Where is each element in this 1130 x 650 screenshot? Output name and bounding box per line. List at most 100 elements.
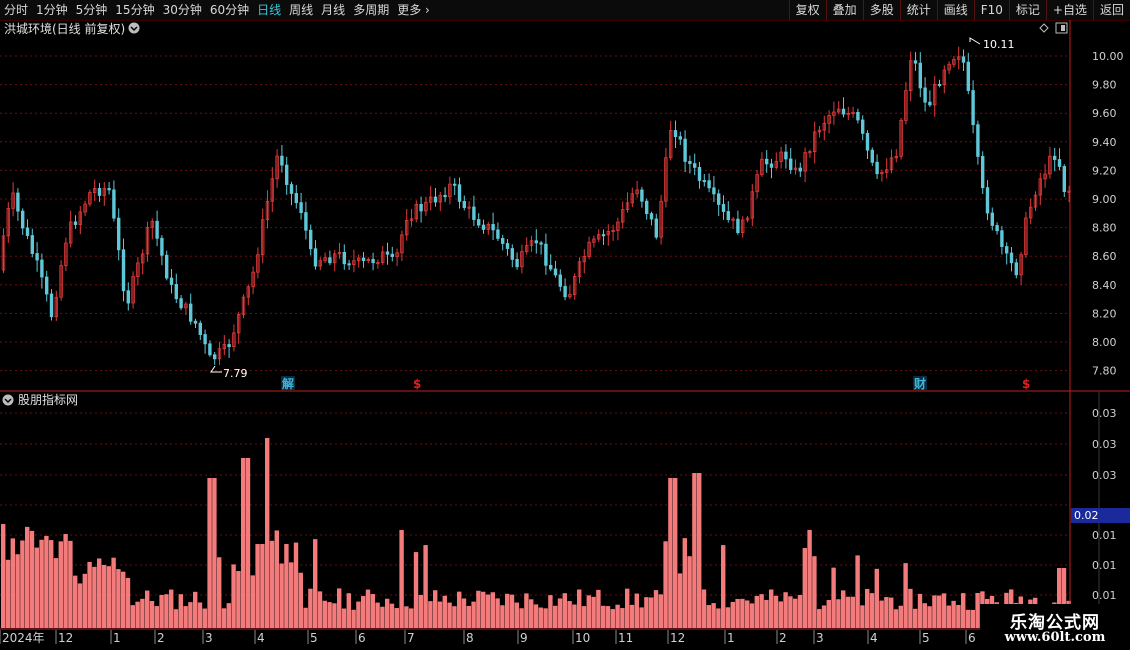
toolbar-button-8[interactable]: 返回 — [1092, 0, 1130, 20]
toolbar-button-5[interactable]: F10 — [973, 0, 1009, 20]
indicator-bar-158 — [759, 594, 764, 628]
candle-body — [179, 298, 183, 309]
chevron-down-circle-icon[interactable] — [2, 394, 14, 406]
indicator-bar-100 — [481, 591, 486, 628]
indicator-bar-74 — [356, 601, 361, 628]
toolbar-button-3[interactable]: 统计 — [899, 0, 937, 20]
candle-body — [188, 303, 193, 322]
diamond-icon[interactable] — [1039, 23, 1049, 33]
toolbar-button-7[interactable]: +自选 — [1045, 0, 1093, 20]
candle-body — [515, 258, 519, 268]
candle-body — [328, 257, 332, 264]
x-axis-label-15: 2 — [779, 631, 787, 645]
indicator-bar-189 — [908, 588, 913, 628]
indicator-bar-160 — [769, 589, 774, 628]
toolbar-button-2[interactable]: 多股 — [862, 0, 900, 20]
toolbar-button-0[interactable]: 复权 — [788, 0, 826, 20]
indicator-bar-4 — [20, 540, 25, 628]
indicator-bar-9 — [44, 535, 49, 628]
candle-body — [861, 119, 865, 134]
indicator-bar-176 — [845, 596, 851, 628]
indicator-bar-188 — [903, 563, 908, 628]
indicator-bar-52 — [250, 575, 255, 628]
indicator-bar-141 — [677, 573, 683, 628]
indicator-bar-111 — [533, 604, 539, 628]
toolbar-button-4[interactable]: 画线 — [936, 0, 974, 20]
indicator-bar-177 — [850, 596, 855, 628]
indicator-bar-140 — [673, 478, 678, 628]
candle-body — [313, 248, 318, 267]
candle-body — [688, 161, 692, 164]
period-tab-1[interactable]: 1分钟 — [32, 0, 72, 20]
period-tab-2[interactable]: 5分钟 — [72, 0, 112, 20]
indicator-bar-125 — [601, 605, 606, 628]
candle-body — [49, 293, 54, 318]
indicator-bar-97 — [466, 605, 471, 628]
candle-body — [35, 253, 39, 261]
more-button[interactable]: 更多 › — [393, 0, 434, 20]
candle-body — [1062, 166, 1066, 192]
chart-grid — [0, 55, 1070, 596]
indicator-bar-86 — [413, 552, 419, 628]
candle-body — [155, 220, 159, 239]
candle-body — [25, 227, 30, 236]
candle-body — [981, 156, 985, 189]
chart-axes: 10.00 9.80 9.60 9.40 9.20 9.00 8.80 8.60 8.40 8.2… — [0, 20, 1130, 645]
indicator-bar-33 — [159, 594, 164, 628]
period-tab-7[interactable]: 周线 — [285, 0, 317, 20]
indicator-bar-159 — [764, 599, 769, 628]
period-tab-8[interactable]: 月线 — [317, 0, 349, 20]
indicator-bar-71 — [341, 608, 347, 628]
period-tab-4[interactable]: 30分钟 — [159, 0, 206, 20]
toolbar-button-1[interactable]: 叠加 — [825, 0, 863, 20]
indicator-bar-129 — [620, 608, 625, 628]
indicator-bar-128 — [615, 604, 620, 628]
candle-body — [174, 284, 178, 300]
price-tick-8: 8.40 — [1092, 279, 1117, 292]
indicator-bar-98 — [471, 601, 476, 628]
candle-body — [299, 202, 303, 214]
candle-body — [601, 234, 606, 237]
x-axis-label-3: 2 — [157, 631, 165, 645]
candle-body — [227, 344, 231, 348]
indicator-bar-72 — [346, 593, 351, 628]
x-axis-label-5: 4 — [257, 631, 265, 645]
indicator-bar-63 — [303, 607, 308, 628]
indicator-bar-39 — [188, 602, 193, 628]
toolbar-button-6[interactable]: 标记 — [1008, 0, 1046, 20]
window-toggle-icon[interactable] — [1055, 22, 1068, 34]
toolbar-actions: 复权 叠加 多股 统计 画线 F10 标记 +自选 返回 — [788, 0, 1130, 20]
indicator-bar-42 — [202, 608, 207, 628]
indicator-bar-169 — [812, 556, 817, 628]
indicator-bar-201 — [965, 609, 971, 628]
indicator-bar-147 — [706, 605, 711, 628]
chevron-down-circle-icon[interactable] — [128, 22, 140, 34]
indicator-tick-1: 0.03 — [1092, 438, 1117, 451]
candle-body — [73, 221, 78, 225]
indicator-bar-114 — [548, 595, 553, 628]
indicator-bar-185 — [889, 597, 894, 628]
period-tab-5[interactable]: 60分钟 — [206, 0, 253, 20]
indicator-bar-0 — [1, 524, 6, 628]
period-tab-6[interactable]: 日线 — [253, 0, 285, 20]
low-price-label: 7.79 — [223, 367, 248, 380]
period-tab-0[interactable]: 分时 — [0, 0, 32, 20]
indicator-bar-34 — [164, 594, 169, 628]
indicator-bar-47 — [226, 603, 231, 628]
chevron-right-icon: › — [421, 3, 430, 17]
indicator-bar-20 — [97, 558, 102, 628]
candle-body — [476, 219, 481, 226]
period-tab-9[interactable]: 多周期 — [349, 0, 393, 20]
indicator-bar-170 — [817, 609, 822, 628]
indicator-bar-180 — [865, 588, 870, 628]
period-tab-3[interactable]: 15分钟 — [111, 0, 158, 20]
indicator-bar-59 — [284, 543, 289, 628]
candle-body — [1000, 230, 1004, 247]
event-marker-0: 解 — [282, 376, 294, 391]
indicator-bar-26 — [125, 577, 131, 628]
candle-body — [472, 206, 476, 220]
stock-chart[interactable]: 10.00 9.80 9.60 9.40 9.20 9.00 8.80 8.60 8.40 8.2… — [0, 20, 1130, 650]
indicator-bar-60 — [289, 562, 294, 628]
candle-body — [856, 111, 860, 121]
candle-body — [304, 212, 308, 231]
